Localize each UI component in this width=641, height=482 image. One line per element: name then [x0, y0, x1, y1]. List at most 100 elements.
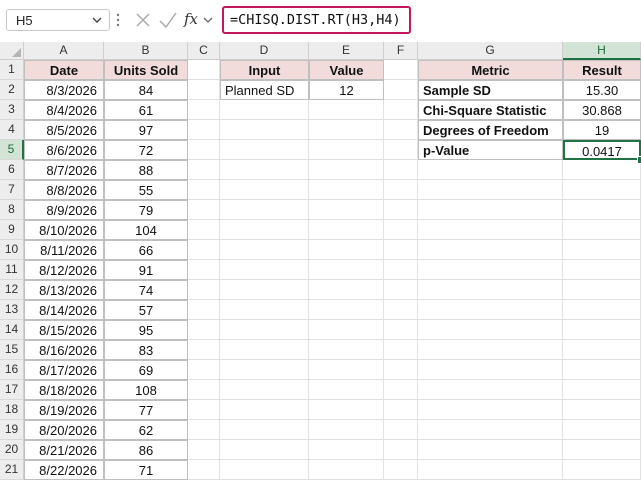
grid-cell[interactable]	[309, 380, 384, 400]
grid-cell[interactable]	[563, 440, 641, 460]
grid-cell[interactable]	[563, 320, 641, 340]
grid-cell[interactable]	[188, 220, 220, 240]
grid-cell[interactable]	[384, 80, 418, 100]
grid-cell[interactable]	[563, 360, 641, 380]
row-header-1[interactable]: 1	[0, 60, 24, 80]
metric-label-cell[interactable]: Degrees of Freedom	[418, 120, 563, 140]
grid-cell[interactable]	[309, 340, 384, 360]
units-sold-cell[interactable]: 71	[104, 460, 188, 480]
grid-cell[interactable]	[188, 160, 220, 180]
row-header-3[interactable]: 3	[0, 100, 24, 120]
date-cell[interactable]: 8/19/2026	[24, 400, 104, 420]
grid-cell[interactable]	[309, 100, 384, 120]
input-label-cell[interactable]: Planned SD	[220, 80, 309, 100]
units-sold-cell[interactable]: 66	[104, 240, 188, 260]
date-cell[interactable]: 8/3/2026	[24, 80, 104, 100]
units-sold-cell[interactable]: 69	[104, 360, 188, 380]
grid-cell[interactable]	[384, 140, 418, 160]
row-header-12[interactable]: 12	[0, 280, 24, 300]
grid-cell[interactable]	[309, 140, 384, 160]
units-sold-cell[interactable]: 91	[104, 260, 188, 280]
date-cell[interactable]: 8/13/2026	[24, 280, 104, 300]
row-header-20[interactable]: 20	[0, 440, 24, 460]
row-header-7[interactable]: 7	[0, 180, 24, 200]
grid-cell[interactable]	[418, 280, 563, 300]
units-sold-cell[interactable]: 74	[104, 280, 188, 300]
grid-cell[interactable]	[418, 220, 563, 240]
grid-cell[interactable]	[220, 300, 309, 320]
grid-cell[interactable]	[384, 160, 418, 180]
grid-cell[interactable]	[309, 320, 384, 340]
date-cell[interactable]: 8/16/2026	[24, 340, 104, 360]
enter-check-icon[interactable]	[158, 9, 178, 31]
grid-cell[interactable]	[563, 220, 641, 240]
grid-cell[interactable]	[309, 260, 384, 280]
grid-cell[interactable]	[384, 120, 418, 140]
row-header-17[interactable]: 17	[0, 380, 24, 400]
units-sold-cell[interactable]: 61	[104, 100, 188, 120]
grid-cell[interactable]	[220, 320, 309, 340]
grid-cell[interactable]	[563, 340, 641, 360]
grid-cell[interactable]	[309, 220, 384, 240]
grid-cell[interactable]	[188, 260, 220, 280]
grid-cell[interactable]	[220, 400, 309, 420]
grid-cell[interactable]	[220, 180, 309, 200]
row-header-5[interactable]: 5	[0, 140, 24, 160]
grid-cell[interactable]	[188, 120, 220, 140]
date-cell[interactable]: 8/8/2026	[24, 180, 104, 200]
grid-cell[interactable]	[563, 300, 641, 320]
grid-cell[interactable]	[188, 340, 220, 360]
column-header-c[interactable]: C	[188, 42, 220, 60]
grid-cell[interactable]	[384, 380, 418, 400]
units-sold-cell[interactable]: 97	[104, 120, 188, 140]
date-cell[interactable]: 8/22/2026	[24, 460, 104, 480]
grid-cell[interactable]	[563, 280, 641, 300]
metric-result-cell[interactable]: 19	[563, 120, 641, 140]
grid-cell[interactable]	[188, 440, 220, 460]
row-header-11[interactable]: 11	[0, 260, 24, 280]
column-header-b[interactable]: B	[104, 42, 188, 60]
row-header-4[interactable]: 4	[0, 120, 24, 140]
date-cell[interactable]: 8/12/2026	[24, 260, 104, 280]
grid-cell[interactable]	[309, 180, 384, 200]
metric-label-cell[interactable]: Sample SD	[418, 80, 563, 100]
cancel-icon[interactable]	[134, 9, 152, 31]
grid-cell[interactable]	[384, 200, 418, 220]
grid-cell[interactable]	[418, 420, 563, 440]
header-value[interactable]: Value	[309, 60, 384, 80]
grid-cell[interactable]	[384, 420, 418, 440]
row-header-14[interactable]: 14	[0, 320, 24, 340]
grid-cell[interactable]	[384, 280, 418, 300]
units-sold-cell[interactable]: 77	[104, 400, 188, 420]
grid-cell[interactable]	[563, 400, 641, 420]
grid-cell[interactable]	[418, 440, 563, 460]
row-header-2[interactable]: 2	[0, 80, 24, 100]
header-result[interactable]: Result	[563, 60, 641, 80]
grid-cell[interactable]	[220, 240, 309, 260]
grid-cell[interactable]	[309, 420, 384, 440]
grid-cell[interactable]	[384, 400, 418, 420]
metric-label-cell[interactable]: Chi-Square Statistic	[418, 100, 563, 120]
grid-cell[interactable]	[563, 240, 641, 260]
grid-cell[interactable]	[220, 420, 309, 440]
grid-cell[interactable]	[188, 400, 220, 420]
grid-cell[interactable]	[418, 180, 563, 200]
grid-cell[interactable]	[220, 120, 309, 140]
active-cell-p-value[interactable]: 0.0417	[563, 140, 641, 160]
units-sold-cell[interactable]: 88	[104, 160, 188, 180]
row-header-15[interactable]: 15	[0, 340, 24, 360]
column-header-h[interactable]: H	[563, 42, 641, 60]
column-header-a[interactable]: A	[24, 42, 104, 60]
grid-cell[interactable]	[220, 260, 309, 280]
grid-cell[interactable]	[309, 200, 384, 220]
header-units-sold[interactable]: Units Sold	[104, 60, 188, 80]
units-sold-cell[interactable]: 62	[104, 420, 188, 440]
grid-cell[interactable]	[418, 340, 563, 360]
grid-cell[interactable]	[563, 200, 641, 220]
date-cell[interactable]: 8/18/2026	[24, 380, 104, 400]
row-header-16[interactable]: 16	[0, 360, 24, 380]
grid-cell[interactable]	[220, 360, 309, 380]
grid-cell[interactable]	[188, 240, 220, 260]
grid-cell[interactable]	[220, 340, 309, 360]
date-cell[interactable]: 8/6/2026	[24, 140, 104, 160]
